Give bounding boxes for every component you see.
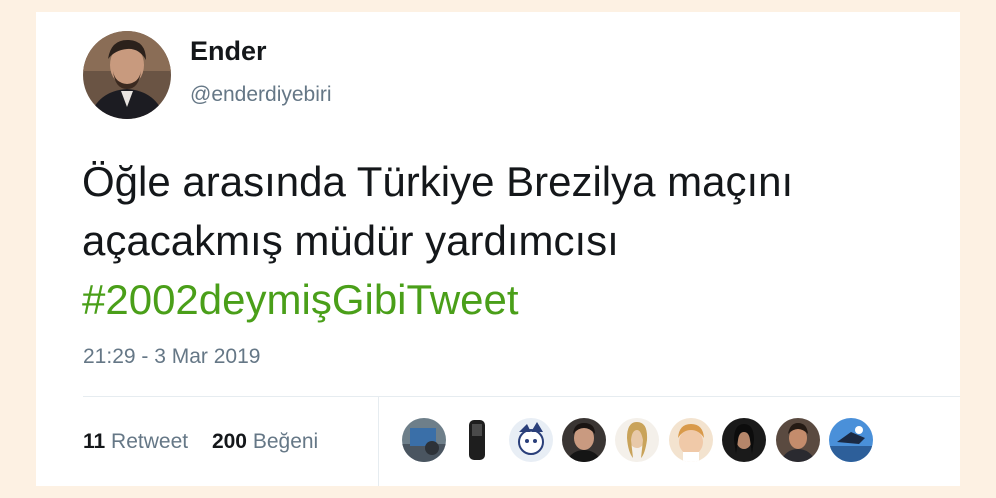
liker-avatar[interactable] xyxy=(776,418,820,462)
like-count: 200 xyxy=(211,430,247,453)
like-stat[interactable]: 200 Beğeni xyxy=(212,430,318,453)
tweet-card: Ender @enderdiyebiri Öğle arasında Türki… xyxy=(36,12,960,486)
user-handle[interactable]: @enderdiyebiri xyxy=(190,83,332,107)
liker-avatar[interactable] xyxy=(615,418,659,462)
user-name[interactable]: Ender xyxy=(190,36,267,67)
tweet-text: Öğle arasında Türkiye Brezilya maçını aç… xyxy=(82,152,952,329)
retweet-count: 11 xyxy=(83,430,106,453)
liker-avatar[interactable] xyxy=(455,418,499,462)
tweet-timestamp[interactable]: 21:29 - 3 Mar 2019 xyxy=(83,345,260,369)
retweet-label: Retweet xyxy=(111,430,189,453)
liker-avatar[interactable] xyxy=(829,418,873,462)
liker-avatar[interactable] xyxy=(562,418,606,462)
tweet-stats: 11 Retweet 200 Beğeni xyxy=(83,430,336,454)
like-label: Beğeni xyxy=(252,430,319,453)
liker-avatar[interactable] xyxy=(669,418,713,462)
avatar[interactable] xyxy=(83,31,171,119)
divider xyxy=(83,396,960,397)
liker-avatar[interactable] xyxy=(722,418,766,462)
stats-separator xyxy=(378,396,379,486)
tweet-text-line: açacakmış müdür yardımcısı xyxy=(82,217,619,264)
hashtag-link[interactable]: #2002deymişGibiTweet xyxy=(82,270,952,329)
retweet-stat[interactable]: 11 Retweet xyxy=(83,430,188,453)
liker-avatar[interactable] xyxy=(402,418,446,462)
tweet-text-line: Öğle arasında Türkiye Brezilya maçını xyxy=(82,158,794,205)
liker-avatar[interactable] xyxy=(509,418,553,462)
